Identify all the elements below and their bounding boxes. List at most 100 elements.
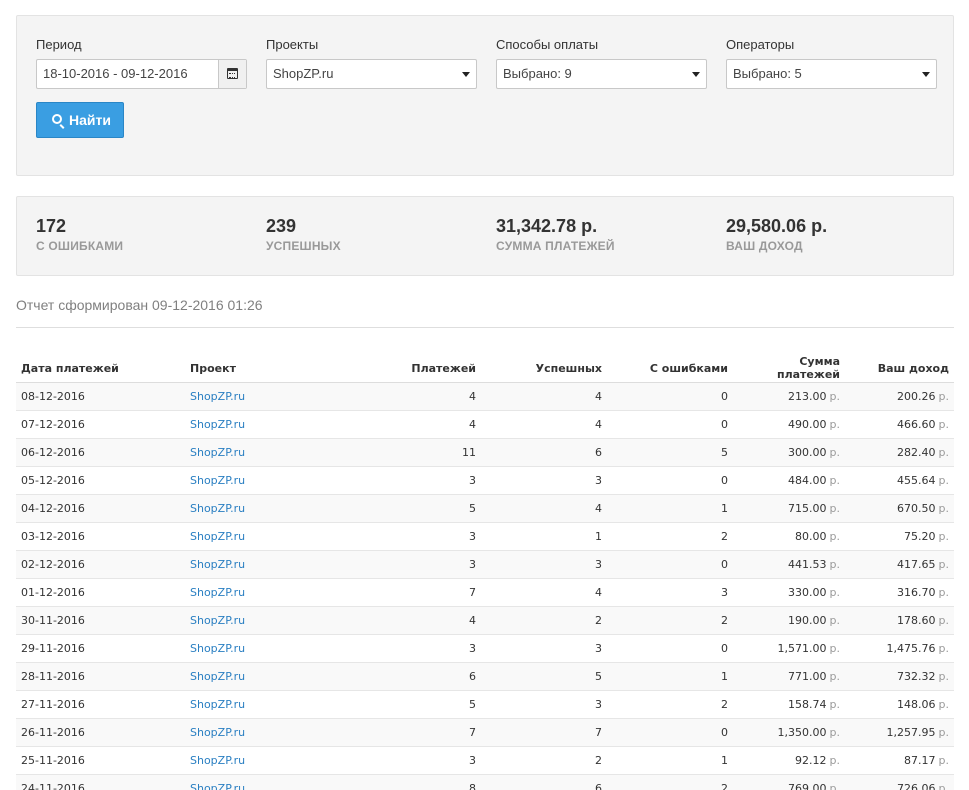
cell-project-link[interactable]: ShopZP.ru	[185, 606, 318, 635]
cell-project-link[interactable]: ShopZP.ru	[185, 662, 318, 691]
cell-sum: 490.00 р.	[733, 410, 845, 439]
cell-success: 3	[481, 634, 607, 663]
period-input[interactable]: 18-10-2016 - 09-12-2016	[36, 59, 247, 89]
currency-label: р.	[829, 613, 840, 627]
cell-payments: 8	[318, 774, 481, 790]
column-header-project[interactable]: Проект	[185, 355, 318, 383]
cell-errors: 0	[607, 410, 733, 439]
column-header-errors[interactable]: С ошибками	[607, 355, 733, 383]
cell-payments: 7	[318, 718, 481, 747]
table-row: 05-12-2016 ShopZP.ru 3 3 0 484.00 р. 455.64 р.	[16, 466, 954, 495]
sum-value: 441.53	[788, 557, 827, 571]
find-button[interactable]: Найти	[36, 102, 124, 138]
cell-payments: 4	[318, 606, 481, 635]
cell-payments: 3	[318, 746, 481, 775]
payment-methods-filter: Способы оплаты Выбрано: 9	[496, 37, 707, 89]
sum-value: 300.00	[788, 445, 827, 459]
cell-date: 29-11-2016	[16, 634, 185, 663]
cell-sum: 300.00 р.	[733, 438, 845, 467]
currency-label: р.	[938, 781, 949, 790]
cell-date: 28-11-2016	[16, 662, 185, 691]
currency-label: р.	[829, 529, 840, 543]
income-value: 417.65	[897, 557, 936, 571]
cell-errors: 2	[607, 774, 733, 790]
cell-payments: 11	[318, 438, 481, 467]
projects-select[interactable]: ShopZP.ru	[266, 59, 477, 89]
sum-value: 213.00	[788, 389, 827, 403]
table-row: 06-12-2016 ShopZP.ru 11 6 5 300.00 р. 282.40 р.	[16, 438, 954, 467]
column-header-success[interactable]: Успешных	[481, 355, 607, 383]
cell-sum: 330.00 р.	[733, 578, 845, 607]
cell-project-link[interactable]: ShopZP.ru	[185, 634, 318, 663]
income-value: 732.32	[897, 669, 936, 683]
search-icon	[52, 114, 62, 124]
stat-success: 239 УСПЕШНЫХ	[266, 215, 341, 253]
currency-label: р.	[938, 557, 949, 571]
operators-value: Выбрано: 5	[733, 66, 802, 81]
currency-label: р.	[829, 641, 840, 655]
cell-errors: 0	[607, 382, 733, 411]
stat-value: 239	[266, 216, 297, 236]
currency-label: р.	[829, 417, 840, 431]
payment-methods-select[interactable]: Выбрано: 9	[496, 59, 707, 89]
table-row: 27-11-2016 ShopZP.ru 5 3 2 158.74 р. 148.06 р.	[16, 690, 954, 719]
sum-value: 1,350.00	[777, 725, 827, 739]
cell-success: 4	[481, 410, 607, 439]
cell-date: 26-11-2016	[16, 718, 185, 747]
table-row: 25-11-2016 ShopZP.ru 3 2 1 92.12 р. 87.17 р.	[16, 746, 954, 775]
column-header-income[interactable]: Ваш доход	[845, 355, 954, 383]
stat-value: 29,580.06 р.	[726, 216, 828, 236]
cell-date: 01-12-2016	[16, 578, 185, 607]
cell-income: 732.32 р.	[845, 662, 954, 691]
cell-project-link[interactable]: ShopZP.ru	[185, 438, 318, 467]
cell-project-link[interactable]: ShopZP.ru	[185, 774, 318, 790]
projects-value: ShopZP.ru	[273, 66, 334, 81]
column-header-date[interactable]: Дата платежей	[16, 355, 185, 383]
table-row: 08-12-2016 ShopZP.ru 4 4 0 213.00 р. 200.26 р.	[16, 382, 954, 411]
cell-project-link[interactable]: ShopZP.ru	[185, 382, 318, 411]
sum-value: 80.00	[795, 529, 827, 543]
cell-sum: 92.12 р.	[733, 746, 845, 775]
income-value: 75.20	[904, 529, 936, 543]
calendar-button[interactable]	[218, 60, 246, 88]
projects-filter: Проекты ShopZP.ru	[266, 37, 477, 89]
cell-project-link[interactable]: ShopZP.ru	[185, 410, 318, 439]
cell-income: 178.60 р.	[845, 606, 954, 635]
column-header-payments[interactable]: Платежей	[318, 355, 481, 383]
cell-project-link[interactable]: ShopZP.ru	[185, 746, 318, 775]
cell-project-link[interactable]: ShopZP.ru	[185, 550, 318, 579]
sum-value: 190.00	[788, 613, 827, 627]
currency-label: р.	[938, 389, 949, 403]
income-value: 466.60	[897, 417, 936, 431]
cell-project-link[interactable]: ShopZP.ru	[185, 494, 318, 523]
operators-select[interactable]: Выбрано: 5	[726, 59, 937, 89]
income-value: 178.60	[897, 613, 936, 627]
cell-sum: 158.74 р.	[733, 690, 845, 719]
cell-errors: 0	[607, 466, 733, 495]
cell-sum: 1,350.00 р.	[733, 718, 845, 747]
cell-payments: 4	[318, 382, 481, 411]
cell-errors: 0	[607, 718, 733, 747]
currency-label: р.	[829, 669, 840, 683]
cell-success: 7	[481, 718, 607, 747]
cell-date: 06-12-2016	[16, 438, 185, 467]
cell-date: 03-12-2016	[16, 522, 185, 551]
cell-date: 05-12-2016	[16, 466, 185, 495]
cell-project-link[interactable]: ShopZP.ru	[185, 522, 318, 551]
column-header-sum[interactable]: Сумма платежей	[733, 355, 845, 383]
cell-errors: 0	[607, 634, 733, 663]
table-row: 03-12-2016 ShopZP.ru 3 1 2 80.00 р. 75.20 р.	[16, 522, 954, 551]
cell-sum: 1,571.00 р.	[733, 634, 845, 663]
cell-success: 4	[481, 382, 607, 411]
cell-project-link[interactable]: ShopZP.ru	[185, 690, 318, 719]
sum-value: 490.00	[788, 417, 827, 431]
currency-label: р.	[938, 697, 949, 711]
cell-project-link[interactable]: ShopZP.ru	[185, 718, 318, 747]
cell-errors: 1	[607, 494, 733, 523]
payment-methods-value: Выбрано: 9	[503, 66, 572, 81]
cell-project-link[interactable]: ShopZP.ru	[185, 466, 318, 495]
stat-value: 31,342.78 р.	[496, 216, 598, 236]
currency-label: р.	[938, 417, 949, 431]
chevron-down-icon	[462, 72, 470, 77]
cell-project-link[interactable]: ShopZP.ru	[185, 578, 318, 607]
